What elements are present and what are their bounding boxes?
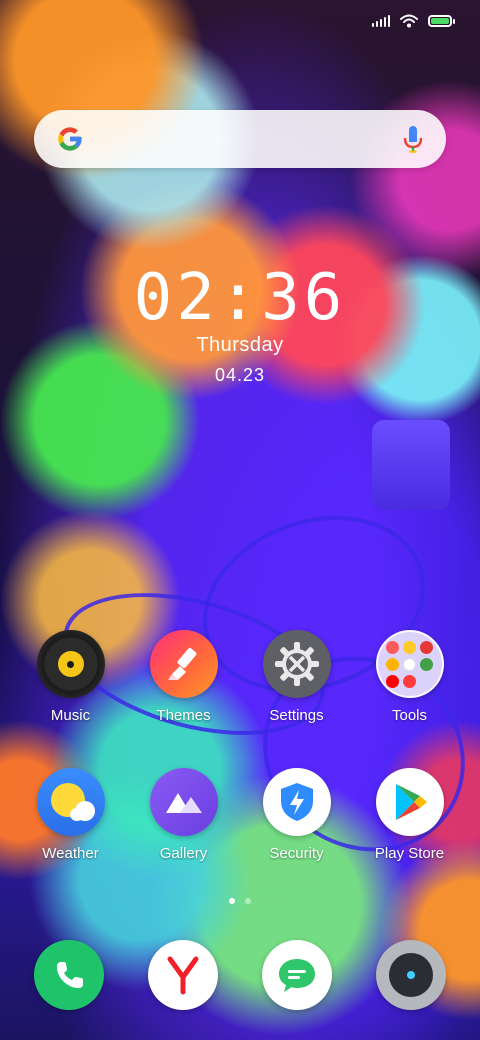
clock-widget[interactable]: 02:36 Thursday 04.23 [0,262,480,386]
google-logo [58,127,82,151]
clock-day: Thursday [196,334,284,356]
vinyl-record-icon [36,630,105,698]
app-gallery[interactable]: Gallery [127,768,240,906]
app-label: Themes [156,707,211,724]
app-grid: Music Themes Settings Tools Weather Gall… [0,630,480,906]
app-play-store[interactable]: Play Store [353,768,466,906]
app-label: Tools [391,707,428,724]
app-music[interactable]: Music [14,630,127,768]
shield-bolt-icon [262,768,331,836]
paintbrush-icon [149,630,218,698]
app-security[interactable]: Security [240,768,353,906]
app-label: Settings [269,707,324,724]
app-label: Music [50,707,91,724]
app-tools-folder[interactable]: Tools [353,630,466,768]
app-row: Music Themes Settings Tools [0,630,480,768]
wallpaper-bulb-socket [372,420,450,510]
mic-icon[interactable] [402,124,424,154]
signal-icon [372,15,390,27]
google-search-bar[interactable] [34,110,446,168]
phone-icon[interactable] [34,940,104,1010]
page-dot-active [229,898,235,904]
clock-date: 04.23 [214,365,266,385]
app-weather[interactable]: Weather [14,768,127,906]
app-settings[interactable]: Settings [240,630,353,768]
status-bar [372,10,455,32]
app-label: Play Store [374,845,445,862]
app-label: Gallery [159,845,208,862]
play-triangle-icon [375,768,444,836]
battery-charging-icon [428,15,455,27]
page-dot [245,898,251,904]
battery-fill [431,18,449,24]
app-label: Weather [42,845,99,862]
app-themes[interactable]: Themes [127,630,240,768]
dock [0,940,480,1010]
app-label: Security [269,845,324,862]
yandex-y-icon[interactable] [148,940,218,1010]
app-row: Weather Gallery Security Play Store [0,768,480,906]
gear-icon [262,630,331,698]
camera-icon[interactable] [376,940,446,1010]
folder-icon [375,630,444,698]
wifi-icon [400,14,418,28]
mountains-icon [149,768,218,836]
page-indicator [0,898,480,904]
sun-cloud-icon [36,768,105,836]
clock-time: 02:36 [133,261,347,335]
message-bubble-icon[interactable] [262,940,332,1010]
